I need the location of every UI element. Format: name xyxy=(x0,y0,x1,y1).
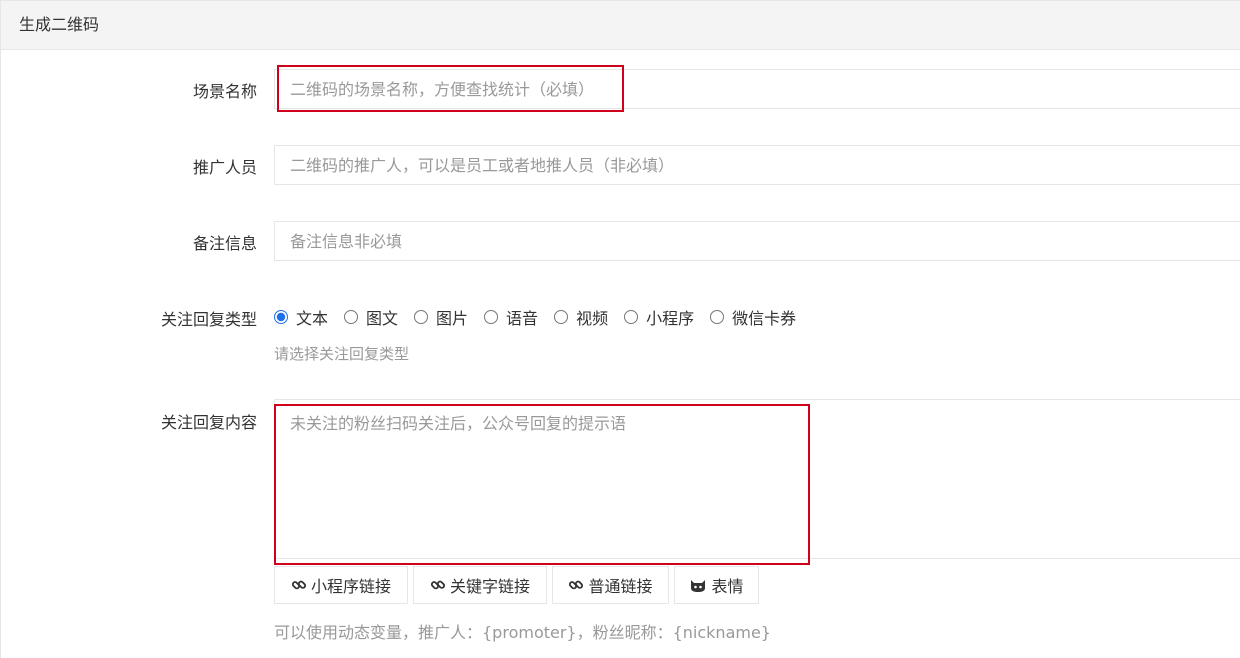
insert-emoji-button[interactable]: 表情 xyxy=(674,566,759,604)
reply-type-radio-voice[interactable] xyxy=(484,310,499,324)
insert-normal-link-button[interactable]: 普通链接 xyxy=(552,566,669,604)
reply-type-option-voice[interactable]: 语音 xyxy=(484,305,538,329)
reply-type-option-miniprogram[interactable]: 小程序 xyxy=(624,305,694,329)
reply-type-radio-miniprogram[interactable] xyxy=(624,310,639,324)
reply-type-radio-video[interactable] xyxy=(554,310,569,324)
reply-content-textarea[interactable] xyxy=(274,399,1240,559)
insert-keyword-link-button[interactable]: 关键字链接 xyxy=(413,566,547,604)
scene-name-input[interactable] xyxy=(274,69,1240,109)
promoter-input[interactable] xyxy=(274,145,1240,185)
emoji-icon xyxy=(691,580,706,592)
scene-name-label: 场景名称 xyxy=(192,82,257,101)
promoter-label: 推广人员 xyxy=(192,158,257,177)
reply-content-label: 关注回复内容 xyxy=(160,413,257,432)
reply-type-radio-text[interactable] xyxy=(274,310,288,324)
dynamic-variable-hint: 可以使用动态变量，推广人：{promoter}，粉丝昵称：{nickname} xyxy=(274,623,771,642)
reply-type-radio-image[interactable] xyxy=(414,310,429,324)
reply-type-label: 关注回复类型 xyxy=(160,310,257,329)
reply-type-radio-news[interactable] xyxy=(344,310,359,324)
qrcode-panel: 生成二维码 场景名称 推广人员 备注信息 关注回复类型 文本 图文 图片 语音 … xyxy=(0,0,1240,658)
reply-type-hint: 请选择关注回复类型 xyxy=(274,345,410,363)
reply-type-option-video[interactable]: 视频 xyxy=(554,305,608,329)
reply-type-option-news[interactable]: 图文 xyxy=(344,305,398,329)
insert-miniprogram-link-button[interactable]: 小程序链接 xyxy=(274,566,408,604)
link-icon xyxy=(430,580,446,590)
link-icon xyxy=(569,580,584,590)
panel-title: 生成二维码 xyxy=(1,1,1240,50)
remark-label: 备注信息 xyxy=(192,234,257,253)
remark-input[interactable] xyxy=(274,221,1240,261)
reply-type-radio-card[interactable] xyxy=(710,310,725,324)
reply-type-option-text[interactable]: 文本 xyxy=(274,305,328,329)
reply-type-option-card[interactable]: 微信卡券 xyxy=(710,305,796,329)
link-icon xyxy=(291,580,307,590)
reply-type-option-image[interactable]: 图片 xyxy=(414,305,468,329)
reply-type-radio-group: 文本 图文 图片 语音 视频 小程序 微信卡券 xyxy=(274,305,812,329)
